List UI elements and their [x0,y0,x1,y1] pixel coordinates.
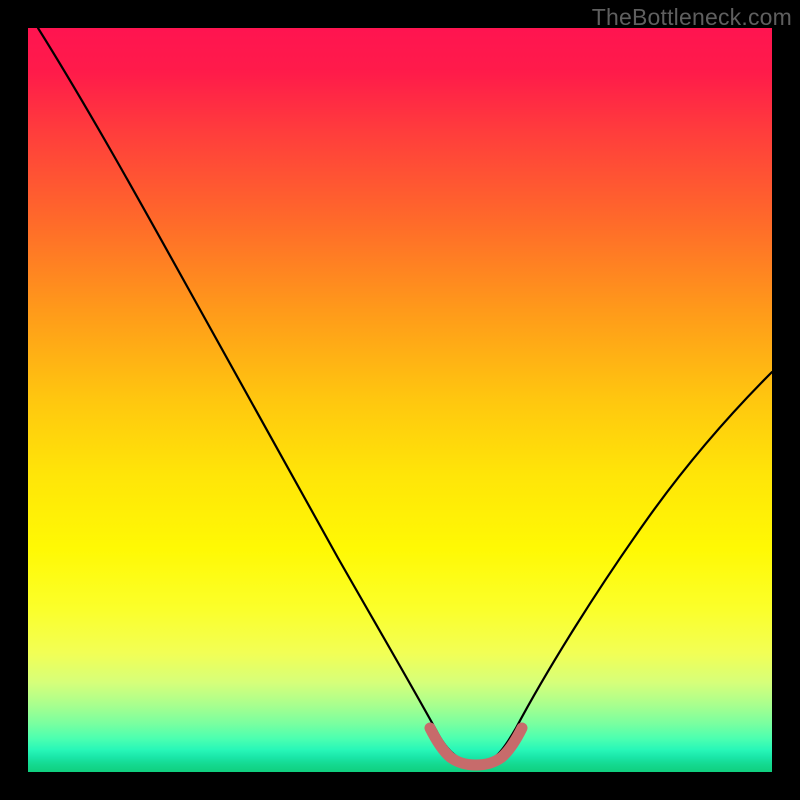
chart-frame: TheBottleneck.com [0,0,800,800]
bottleneck-curve [38,28,772,762]
sweet-spot-marker [430,728,522,765]
curve-layer [28,28,772,772]
plot-area [28,28,772,772]
watermark-label: TheBottleneck.com [592,4,792,31]
